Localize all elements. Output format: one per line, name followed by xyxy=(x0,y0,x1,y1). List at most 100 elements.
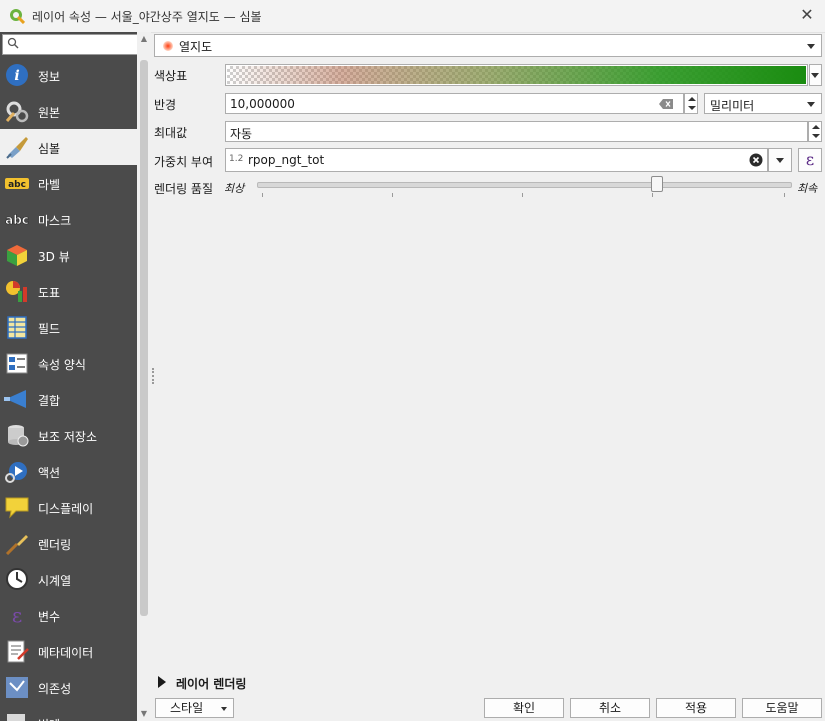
slider-tick xyxy=(262,193,263,197)
radius-label: 반경 xyxy=(154,98,177,112)
sidebar-item[interactable]: 결합 xyxy=(0,381,137,417)
weight-field-dropdown-button[interactable] xyxy=(768,148,792,172)
slider-tick xyxy=(522,193,523,197)
radius-input[interactable]: 10,000000 xyxy=(225,93,684,114)
sidebar-scrollbar[interactable]: ▲ ▼ xyxy=(137,32,151,721)
sidebar-item[interactable]: abc 마스크 xyxy=(0,201,137,237)
rendering-brush-icon xyxy=(5,535,28,555)
panel-splitter[interactable] xyxy=(152,368,156,384)
sidebar-item-label: 결합 xyxy=(38,394,61,408)
color-ramp-preview xyxy=(227,66,806,84)
sidebar-item-label: 디스플레이 xyxy=(38,502,94,516)
radius-spinbox-arrows[interactable] xyxy=(684,93,698,114)
radius-unit-combo[interactable]: 밀리미터 xyxy=(704,93,822,114)
svg-text:ε: ε xyxy=(12,603,22,627)
sidebar-item[interactable]: 의존성 xyxy=(0,669,137,705)
clear-circle-icon[interactable] xyxy=(749,153,763,167)
weight-field-value: rpop_ngt_tot xyxy=(248,153,325,167)
source-settings-icon xyxy=(5,101,29,123)
sidebar-item[interactable]: 필드 xyxy=(0,309,137,345)
dependencies-icon xyxy=(6,677,28,698)
sidebar-item[interactable]: 액션 xyxy=(0,453,137,489)
weight-field-combo[interactable]: 1.2 rpop_ngt_tot xyxy=(225,148,768,172)
chevron-down-icon xyxy=(221,707,227,711)
action-gear-icon xyxy=(5,462,27,483)
expand-triangle-icon[interactable] xyxy=(158,676,166,688)
slider-tick xyxy=(652,193,653,197)
sidebar-item[interactable]: 도표 xyxy=(0,273,137,309)
sidebar-item-label: 3D 뷰 xyxy=(38,250,70,264)
sidebar-item-label: 필드 xyxy=(38,322,61,336)
quality-slider[interactable] xyxy=(257,182,792,188)
svg-text:i: i xyxy=(14,68,19,84)
sidebar-item[interactable]: 원본 xyxy=(0,93,137,129)
help-button[interactable]: 도움말 xyxy=(742,698,822,718)
fields-table-icon xyxy=(7,316,27,339)
chevron-down-icon xyxy=(811,73,819,78)
style-button-label: 스타일 xyxy=(170,701,204,715)
spin-down-icon[interactable] xyxy=(812,134,820,138)
max-value-input[interactable]: 자동 xyxy=(225,121,808,142)
renderer-type-combo[interactable]: 열지도 xyxy=(154,34,822,57)
expression-builder-button[interactable]: ε xyxy=(798,148,822,172)
weight-label: 가중치 부여 xyxy=(154,155,214,169)
sidebar-search-input[interactable] xyxy=(2,34,137,55)
metadata-icon xyxy=(7,640,29,663)
sidebar-item[interactable]: i 정보 xyxy=(0,57,137,93)
svg-text:abc: abc xyxy=(8,180,26,190)
color-ramp-menu-button[interactable] xyxy=(809,64,822,86)
sidebar-item-label: 라벨 xyxy=(38,178,61,192)
paintbrush-icon xyxy=(6,137,28,159)
color-ramp-button[interactable] xyxy=(225,64,808,86)
sidebar-item[interactable]: ε 변수 xyxy=(0,597,137,633)
apply-button[interactable]: 적용 xyxy=(656,698,736,718)
quality-label: 렌더링 품질 xyxy=(154,182,214,196)
scrollbar-thumb[interactable] xyxy=(140,60,148,616)
sidebar-item[interactable]: 시계열 xyxy=(0,561,137,597)
sidebar-item-label: 심볼 xyxy=(38,142,61,156)
sidebar-item[interactable]: 디스플레이 xyxy=(0,489,137,525)
radius-unit-value: 밀리미터 xyxy=(710,99,755,113)
sidebar-item-label: 범례 xyxy=(38,716,60,721)
sidebar-item[interactable]: 메타데이터 xyxy=(0,633,137,669)
qgis-logo-icon xyxy=(10,9,25,24)
clear-field-icon[interactable] xyxy=(659,99,673,109)
slider-tick xyxy=(392,193,393,197)
sidebar-item[interactable]: 범례 xyxy=(0,705,137,721)
spin-up-icon[interactable] xyxy=(812,125,820,129)
scroll-down-arrow-icon[interactable]: ▼ xyxy=(137,707,151,721)
ok-button[interactable]: 확인 xyxy=(484,698,564,718)
epsilon-expression-icon: ε xyxy=(805,150,815,169)
scroll-up-arrow-icon[interactable]: ▲ xyxy=(137,32,151,46)
sidebar-item[interactable]: abc 라벨 xyxy=(0,165,137,201)
quality-slider-handle[interactable] xyxy=(650,176,663,192)
sidebar: i 정보원본심볼 abc 라벨 abc 마스크 3D 뷰도표필드속성 양식결합보조 저장소액… xyxy=(0,32,137,721)
search-icon xyxy=(7,37,19,49)
attribute-form-icon xyxy=(6,353,28,374)
slider-tick xyxy=(784,193,785,197)
sidebar-item[interactable]: 보조 저장소 xyxy=(0,417,137,453)
sidebar-item-label: 메타데이터 xyxy=(38,646,94,660)
abc-mask-icon: abc xyxy=(5,213,29,228)
cancel-button[interactable]: 취소 xyxy=(570,698,650,718)
sidebar-item-label: 액션 xyxy=(38,466,61,480)
spin-down-icon[interactable] xyxy=(688,106,696,110)
max-value: 자동 xyxy=(230,127,253,141)
sidebar-nav: i 정보원본심볼 abc 라벨 abc 마스크 3D 뷰도표필드속성 양식결합보조 저장소액… xyxy=(0,57,137,721)
layer-rendering-group-title[interactable]: 레이어 렌더링 xyxy=(176,675,246,692)
cube-3d-icon xyxy=(7,245,27,266)
sidebar-item[interactable]: 3D 뷰 xyxy=(0,237,137,273)
spin-up-icon[interactable] xyxy=(688,97,696,101)
color-ramp-label: 색상표 xyxy=(154,69,188,83)
heatmap-icon xyxy=(163,41,173,51)
sidebar-item[interactable]: 렌더링 xyxy=(0,525,137,561)
numeric-field-type-icon: 1.2 xyxy=(229,154,244,164)
max-value-spinbox-arrows[interactable] xyxy=(808,121,822,142)
quality-min-label: 최상 xyxy=(224,182,245,195)
close-window-button[interactable]: ✕ xyxy=(797,5,817,25)
style-menu-button[interactable]: 스타일 xyxy=(155,698,234,718)
sidebar-item-label: 정보 xyxy=(38,70,61,84)
sidebar-item-label: 도표 xyxy=(38,286,61,300)
sidebar-item[interactable]: 속성 양식 xyxy=(0,345,137,381)
sidebar-item[interactable]: 심볼 xyxy=(0,129,137,165)
